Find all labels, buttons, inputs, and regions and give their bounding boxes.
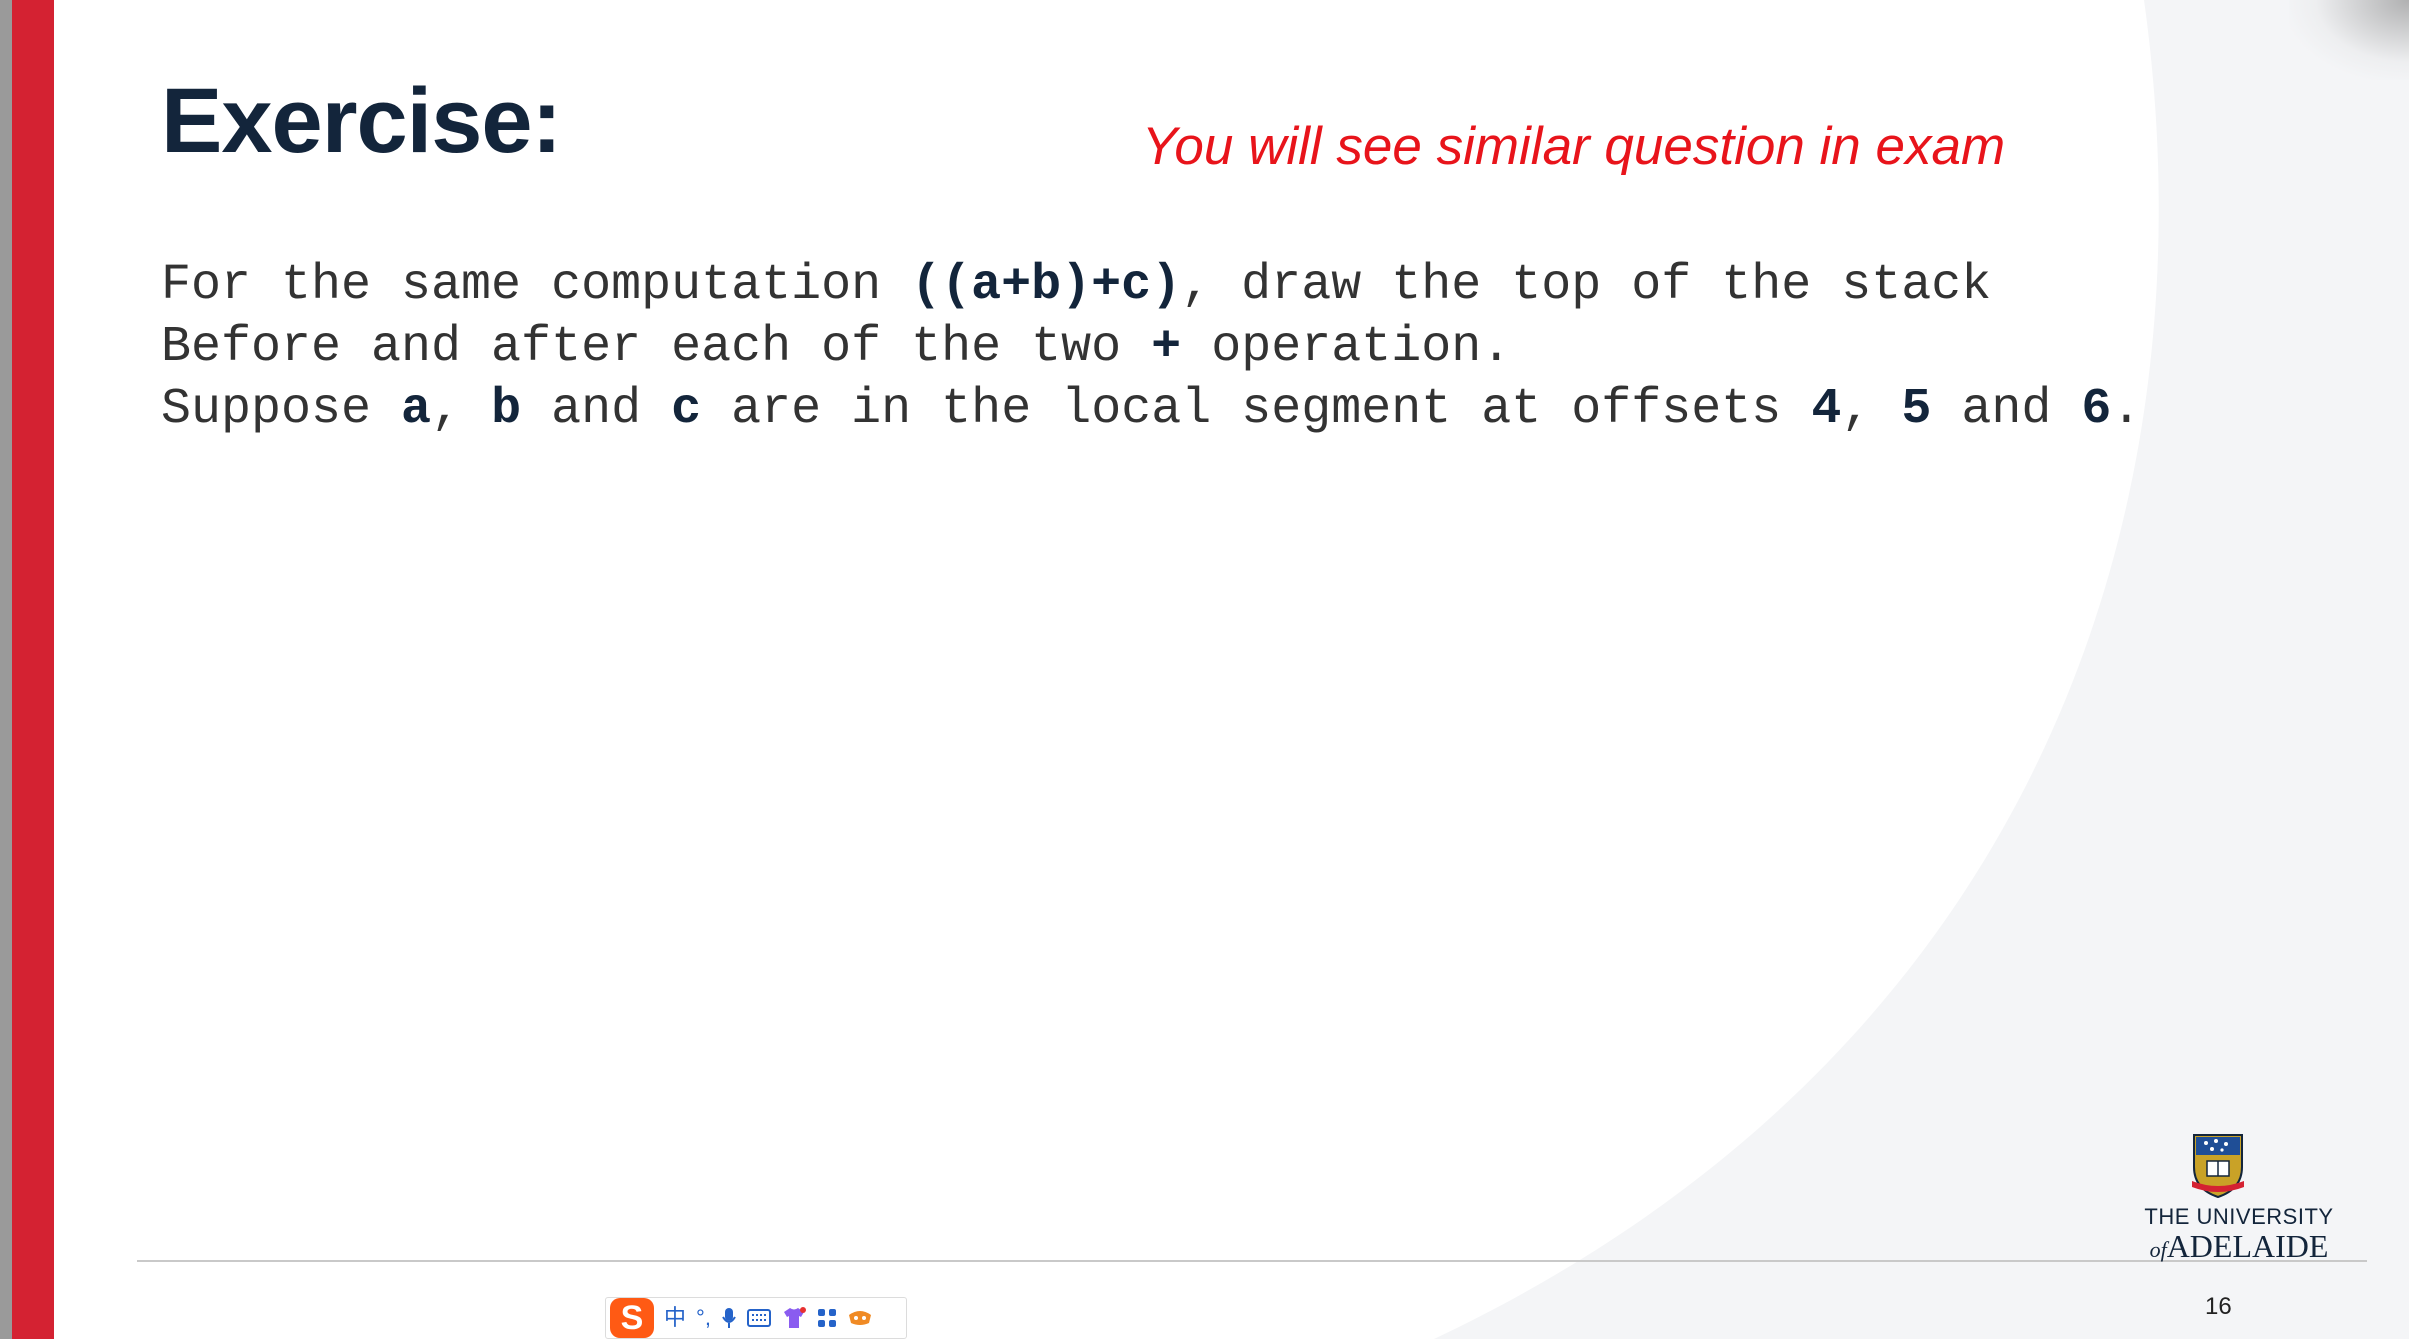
slide-background-curve <box>1434 0 2409 1339</box>
line-3: Suppose a, b and c are in the local segm… <box>161 381 2142 438</box>
keyboard-icon[interactable] <box>746 1309 771 1327</box>
line-2: Before and after each of the two + opera… <box>161 319 1512 376</box>
exercise-text: For the same computation ((a+b)+c), draw… <box>161 255 2141 441</box>
ime-mode-toggle[interactable]: 中 <box>664 1307 686 1329</box>
shirt-icon[interactable] <box>781 1307 807 1329</box>
university-logo: THE UNIVERSITY ofADELAIDE <box>2144 1133 2334 1264</box>
ime-toolbar[interactable]: S 中 °, <box>605 1297 907 1339</box>
slide: Exercise: You will see similar question … <box>54 0 2409 1339</box>
ime-punctuation-toggle[interactable]: °, <box>696 1307 711 1329</box>
logo-line-adelaide: ofADELAIDE <box>2149 1228 2329 1265</box>
exam-note: You will see similar question in exam <box>1142 117 2006 176</box>
page-number: 16 <box>2205 1293 2232 1320</box>
slide-title: Exercise: <box>161 70 562 172</box>
slide-accent-bar <box>12 0 54 1339</box>
window-edge <box>0 0 12 1339</box>
apps-grid-icon[interactable] <box>817 1308 837 1328</box>
line-1: For the same computation ((a+b)+c), draw… <box>161 257 1992 314</box>
game-icon[interactable] <box>847 1309 873 1327</box>
page-shadow <box>2289 0 2409 80</box>
microphone-icon[interactable] <box>721 1307 737 1329</box>
footer-divider <box>137 1260 2367 1262</box>
sogou-logo-icon[interactable]: S <box>610 1298 654 1338</box>
university-crest-icon <box>2192 1134 2244 1199</box>
logo-line-university: THE UNIVERSITY <box>2144 1204 2334 1229</box>
